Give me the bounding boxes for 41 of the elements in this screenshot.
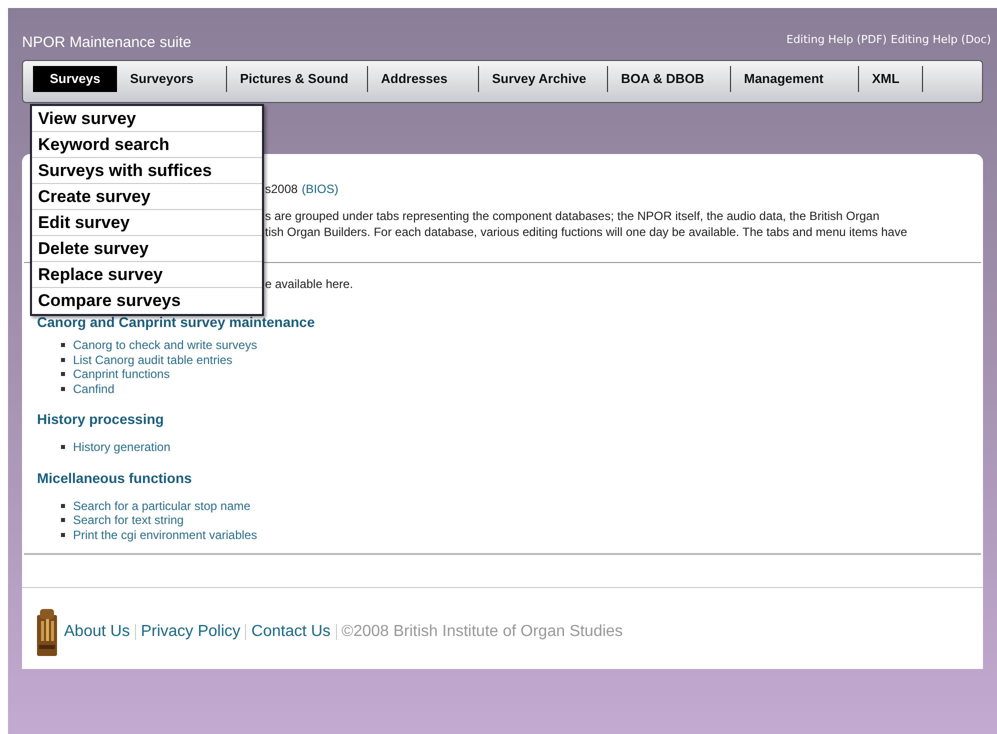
paragraph-line: tish Organ Builders. For each database, various editing fuctions will one day be available. The tabs and menu items have: [265, 224, 908, 240]
note-text: e available here.: [265, 277, 354, 291]
nav-tab[interactable]: Surveyors: [117, 66, 227, 92]
nav-tab[interactable]: Surveys: [33, 66, 117, 92]
help-link[interactable]: Editing Help (PDF): [786, 32, 887, 48]
nav-tab[interactable]: BOA & DBOB: [608, 66, 731, 92]
menu-item[interactable]: Compare surveys: [32, 288, 262, 314]
menu-item[interactable]: View survey: [32, 106, 262, 132]
nav-tab[interactable]: Pictures & Sound: [227, 66, 368, 92]
bullet-icon: [61, 372, 65, 376]
menu-item[interactable]: Surveys with suffices: [32, 158, 262, 184]
menu-item[interactable]: Create survey: [32, 184, 262, 210]
bios-link[interactable]: (BIOS): [302, 180, 338, 198]
bullet-icon: [61, 343, 65, 348]
nav-tab[interactable]: Survey Archive: [479, 66, 608, 92]
nav-tab[interactable]: XML: [859, 66, 923, 92]
section-heading: History processing: [37, 410, 165, 429]
section-heading: Canorg and Canprint survey maintenance: [37, 313, 316, 332]
menu-item[interactable]: Keyword search: [32, 132, 262, 158]
bullet-icon: [61, 532, 65, 537]
organ-icon: [36, 607, 58, 657]
bullet-icon: [61, 386, 65, 391]
footer-link[interactable]: Contact Us: [251, 620, 331, 644]
nav-tab[interactable]: Addresses: [368, 66, 479, 92]
bullet-icon: [61, 445, 65, 450]
menu-item[interactable]: Delete survey: [32, 236, 262, 262]
help-link[interactable]: Editing Help (Doc): [890, 32, 991, 48]
bullet-icon: [61, 504, 65, 508]
section-heading: Micellaneous functions: [37, 468, 193, 488]
site-title: NPOR Maintenance suite: [22, 32, 192, 52]
menu-item[interactable]: Replace survey: [32, 262, 262, 288]
paragraph-line: s are grouped under tabs representing the component databases; the NPOR itself, the audio data, the British Organ: [265, 208, 880, 224]
function-link[interactable]: History generation: [73, 438, 170, 456]
footer-link[interactable]: Privacy Policy: [140, 620, 240, 644]
intro-text: s2008: [265, 181, 298, 198]
nav-tab[interactable]: Management: [731, 66, 859, 92]
copyright-text: ©2008 British Institute of Organ Studies: [342, 622, 623, 642]
footer-link[interactable]: About Us: [64, 620, 130, 644]
bullet-icon: [61, 518, 65, 522]
menu-item[interactable]: Edit survey: [32, 210, 262, 236]
bullet-icon: [61, 358, 65, 362]
